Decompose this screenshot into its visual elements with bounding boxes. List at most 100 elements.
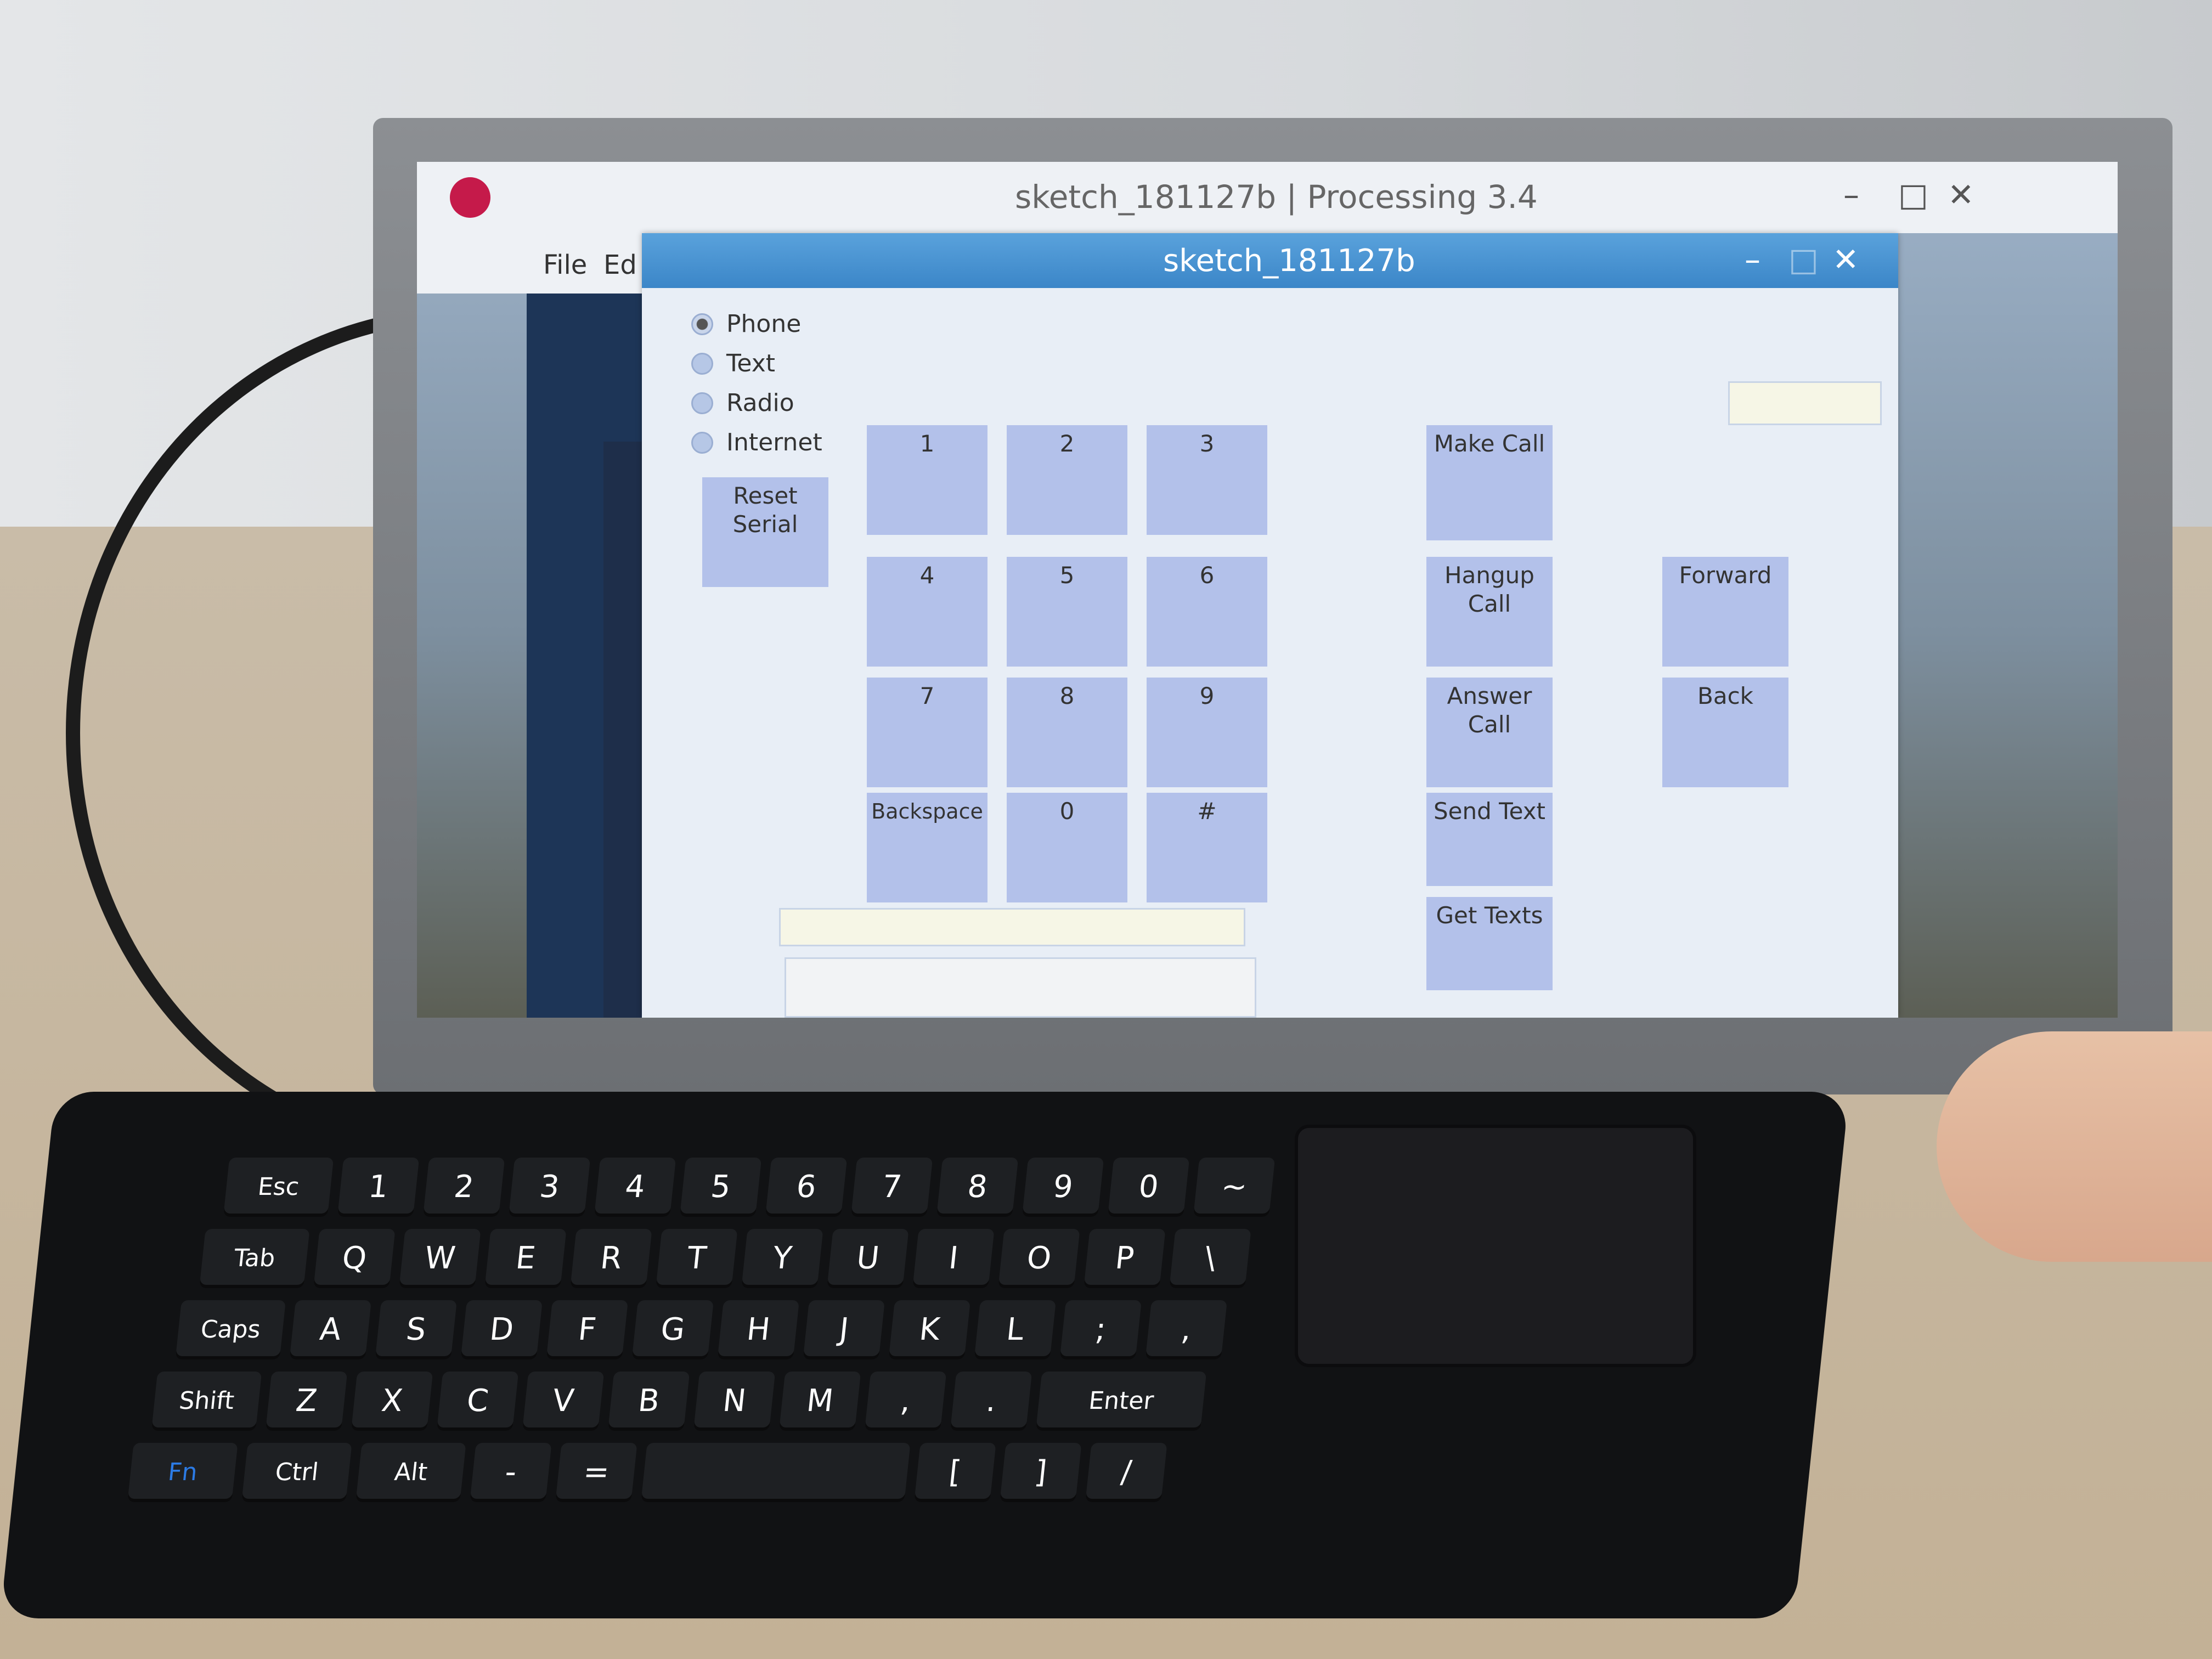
radio-label: Text xyxy=(726,349,775,377)
key-6[interactable]: 6 xyxy=(765,1158,848,1217)
radio-radio[interactable]: Radio xyxy=(691,389,794,417)
keypad-8-button[interactable]: 8 xyxy=(1007,678,1127,787)
key-c[interactable]: C xyxy=(436,1372,519,1431)
key-9[interactable]: 9 xyxy=(1022,1158,1104,1217)
keyboard-touchpad[interactable] xyxy=(1295,1125,1696,1367)
key-tab[interactable]: Tab xyxy=(199,1229,310,1288)
key-minus[interactable]: - xyxy=(470,1443,552,1502)
key-a[interactable]: A xyxy=(289,1300,371,1359)
keypad-7-button[interactable]: 7 xyxy=(867,678,988,787)
key-t[interactable]: T xyxy=(656,1229,738,1288)
dialog-close-icon[interactable]: ✕ xyxy=(1832,241,1859,278)
key-q[interactable]: Q xyxy=(313,1229,396,1288)
key-fn[interactable]: Fn xyxy=(127,1443,238,1502)
radio-label: Radio xyxy=(726,389,794,417)
key-m[interactable]: M xyxy=(778,1372,861,1431)
keypad-9-button[interactable]: 9 xyxy=(1147,678,1267,787)
key-j[interactable]: J xyxy=(803,1300,885,1359)
keypad-backspace-button[interactable]: Backspace xyxy=(867,793,988,902)
key-s[interactable]: S xyxy=(375,1300,457,1359)
key-caps[interactable]: Caps xyxy=(175,1300,286,1359)
key-i[interactable]: I xyxy=(912,1229,995,1288)
key-g[interactable]: G xyxy=(631,1300,714,1359)
key-ctrl[interactable]: Ctrl xyxy=(241,1443,352,1502)
back-button[interactable]: Back xyxy=(1662,678,1788,787)
dialog-maximize-icon[interactable]: □ xyxy=(1788,241,1819,278)
keyboard-row-4: Shift Z X C V B N M , . Enter xyxy=(151,1372,1207,1431)
keyboard-row-5: Fn Ctrl Alt - = [ ] / xyxy=(127,1443,1167,1502)
answer-call-button[interactable]: Answer Call xyxy=(1426,678,1553,787)
photo-scene: sketch_181127b | Processing 3.4 – □ ✕ Fi… xyxy=(0,0,2212,1659)
key-n[interactable]: N xyxy=(693,1372,776,1431)
hangup-call-button[interactable]: Hangup Call xyxy=(1426,557,1553,667)
key-k[interactable]: K xyxy=(888,1300,970,1359)
key-4[interactable]: 4 xyxy=(594,1158,676,1217)
make-call-button[interactable]: Make Call xyxy=(1426,425,1553,540)
message-text-area[interactable] xyxy=(785,957,1256,1018)
keypad-0-button[interactable]: 0 xyxy=(1007,793,1127,902)
key-left-bracket[interactable]: [ xyxy=(914,1443,996,1502)
key-w[interactable]: W xyxy=(399,1229,481,1288)
radio-text[interactable]: Text xyxy=(691,349,775,377)
minimize-icon[interactable]: – xyxy=(1843,176,1859,213)
key-tilde[interactable]: ~ xyxy=(1193,1158,1276,1217)
radio-internet[interactable]: Internet xyxy=(691,428,822,456)
close-icon[interactable]: ✕ xyxy=(1948,176,1974,213)
key-alt[interactable]: Alt xyxy=(356,1443,466,1502)
top-right-text-field[interactable] xyxy=(1728,381,1882,425)
key-backslash[interactable]: \ xyxy=(1169,1229,1251,1288)
keypad-hash-button[interactable]: # xyxy=(1147,793,1267,902)
menu-edit[interactable]: Ed xyxy=(603,250,637,280)
key-e[interactable]: E xyxy=(484,1229,567,1288)
sketch-dialog-window: sketch_181127b – □ ✕ Phone Text Radio In… xyxy=(642,233,1898,1018)
number-entry-field[interactable] xyxy=(779,908,1245,946)
keypad-6-button[interactable]: 6 xyxy=(1147,557,1267,667)
key-enter[interactable]: Enter xyxy=(1035,1372,1207,1431)
key-5[interactable]: 5 xyxy=(679,1158,762,1217)
key-space[interactable] xyxy=(641,1443,911,1502)
keypad-2-button[interactable]: 2 xyxy=(1007,425,1127,535)
key-shift[interactable]: Shift xyxy=(151,1372,262,1431)
key-comma[interactable]: , xyxy=(864,1372,947,1431)
key-1[interactable]: 1 xyxy=(337,1158,420,1217)
key-h[interactable]: H xyxy=(717,1300,799,1359)
key-r[interactable]: R xyxy=(570,1229,652,1288)
send-text-button[interactable]: Send Text xyxy=(1426,793,1553,886)
key-7[interactable]: 7 xyxy=(850,1158,933,1217)
forward-button[interactable]: Forward xyxy=(1662,557,1788,667)
key-v[interactable]: V xyxy=(522,1372,605,1431)
dialog-title: sketch_181127b xyxy=(1163,243,1415,279)
reset-serial-button[interactable]: Reset Serial xyxy=(702,477,828,587)
radio-phone[interactable]: Phone xyxy=(691,310,801,338)
maximize-icon[interactable]: □ xyxy=(1898,176,1928,213)
key-f[interactable]: F xyxy=(546,1300,628,1359)
menu-file[interactable]: File xyxy=(543,250,587,280)
keypad-3-button[interactable]: 3 xyxy=(1147,425,1267,535)
raspberry-pi-icon[interactable] xyxy=(450,177,490,218)
key-equals[interactable]: = xyxy=(555,1443,637,1502)
get-texts-button[interactable]: Get Texts xyxy=(1426,897,1553,990)
key-right-bracket[interactable]: ] xyxy=(1000,1443,1082,1502)
key-8[interactable]: 8 xyxy=(936,1158,1019,1217)
key-period[interactable]: . xyxy=(950,1372,1032,1431)
key-o[interactable]: O xyxy=(998,1229,1080,1288)
keypad-5-button[interactable]: 5 xyxy=(1007,557,1127,667)
keypad-4-button[interactable]: 4 xyxy=(867,557,988,667)
key-0[interactable]: 0 xyxy=(1107,1158,1190,1217)
key-p[interactable]: P xyxy=(1084,1229,1166,1288)
key-quote[interactable]: , xyxy=(1145,1300,1227,1359)
keypad-1-button[interactable]: 1 xyxy=(867,425,988,535)
key-z[interactable]: Z xyxy=(265,1372,348,1431)
key-d[interactable]: D xyxy=(460,1300,543,1359)
key-b[interactable]: B xyxy=(607,1372,690,1431)
key-2[interactable]: 2 xyxy=(422,1158,505,1217)
key-l[interactable]: L xyxy=(974,1300,1056,1359)
key-slash[interactable]: / xyxy=(1085,1443,1167,1502)
key-esc[interactable]: Esc xyxy=(223,1158,334,1217)
key-x[interactable]: X xyxy=(351,1372,433,1431)
key-semicolon[interactable]: ; xyxy=(1059,1300,1142,1359)
key-3[interactable]: 3 xyxy=(508,1158,591,1217)
key-u[interactable]: U xyxy=(827,1229,909,1288)
key-y[interactable]: Y xyxy=(741,1229,823,1288)
dialog-minimize-icon[interactable]: – xyxy=(1745,241,1760,278)
